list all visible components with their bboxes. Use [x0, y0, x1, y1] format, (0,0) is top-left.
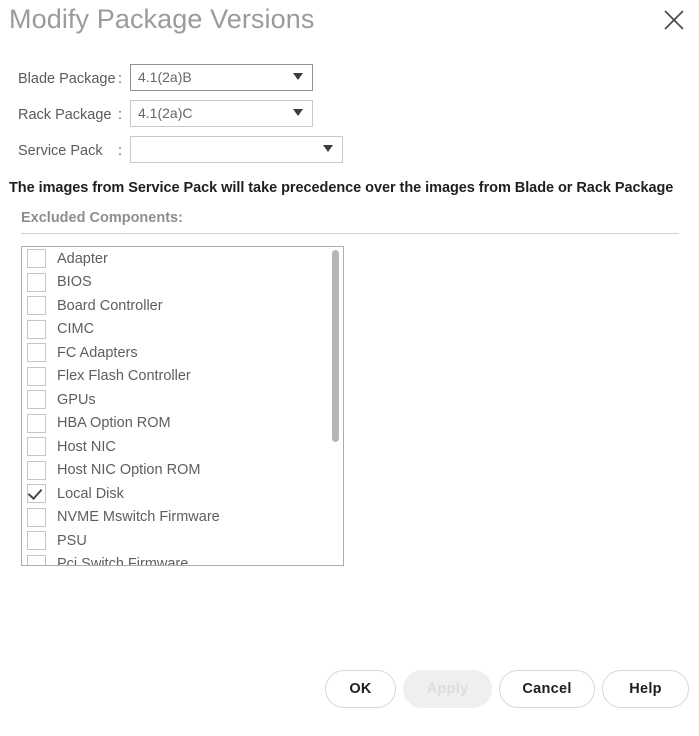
chevron-down-icon — [323, 145, 333, 152]
blade-package-value: 4.1(2a)B — [138, 69, 192, 85]
checkbox-unchecked[interactable] — [27, 343, 46, 363]
list-item-label: HBA Option ROM — [57, 415, 171, 432]
service-pack-label: Service Pack — [18, 143, 103, 159]
precedence-notice: The images from Service Pack will take p… — [9, 180, 674, 196]
service-pack-select[interactable] — [130, 136, 343, 163]
list-scrollbar-track[interactable] — [332, 250, 339, 563]
list-item-label: PSU — [57, 532, 87, 549]
list-item-label: CIMC — [57, 321, 95, 338]
ok-button[interactable]: OK — [325, 670, 396, 708]
list-item[interactable]: HBA Option ROM — [22, 412, 343, 436]
section-divider — [21, 233, 679, 234]
list-item-label: Host NIC Option ROM — [57, 462, 201, 479]
checkbox-unchecked[interactable] — [27, 319, 46, 339]
list-item-label: BIOS — [57, 274, 92, 291]
list-item[interactable]: CIMC — [22, 318, 343, 342]
chevron-down-icon — [293, 109, 303, 116]
rack-package-colon: : — [118, 107, 123, 123]
form-row-rack-package: Rack Package : 4.1(2a)C — [0, 100, 699, 135]
close-button[interactable] — [659, 5, 689, 35]
list-item[interactable]: NVME Mswitch Firmware — [22, 506, 343, 530]
checkbox-unchecked[interactable] — [27, 366, 46, 386]
list-item[interactable]: Adapter — [22, 247, 343, 271]
list-item[interactable]: Pci Switch Firmware — [22, 553, 343, 566]
list-item[interactable]: Board Controller — [22, 294, 343, 318]
checkmark-icon — [27, 485, 43, 501]
list-item[interactable]: FC Adapters — [22, 341, 343, 365]
list-item-label: Pci Switch Firmware — [57, 556, 189, 566]
checkbox-unchecked[interactable] — [27, 531, 46, 551]
list-item[interactable]: BIOS — [22, 271, 343, 295]
list-scrollbar-thumb[interactable] — [332, 250, 339, 442]
list-item-label: Host NIC — [57, 438, 116, 455]
help-button[interactable]: Help — [602, 670, 689, 708]
list-item-label: GPUs — [57, 391, 96, 408]
excluded-components-label: Excluded Components: — [21, 210, 183, 226]
list-item[interactable]: Host NIC — [22, 435, 343, 459]
checkbox-unchecked[interactable] — [27, 413, 46, 433]
form-row-service-pack: Service Pack : — [0, 136, 699, 171]
list-item-label: Local Disk — [57, 485, 124, 502]
rack-package-value: 4.1(2a)C — [138, 105, 193, 121]
list-item[interactable]: Local Disk — [22, 482, 343, 506]
package-form: Blade Package : 4.1(2a)B Rack Package : … — [0, 64, 699, 172]
dialog-footer: OK Apply Cancel Help — [0, 670, 699, 710]
dialog-header: Modify Package Versions — [0, 0, 699, 56]
form-row-blade-package: Blade Package : 4.1(2a)B — [0, 64, 699, 99]
list-item-label: NVME Mswitch Firmware — [57, 509, 220, 526]
apply-button: Apply — [403, 670, 492, 708]
chevron-down-icon — [293, 73, 303, 80]
list-item-label: Flex Flash Controller — [57, 368, 191, 385]
rack-package-select[interactable]: 4.1(2a)C — [130, 100, 313, 127]
service-pack-colon: : — [118, 143, 123, 159]
list-item[interactable]: Host NIC Option ROM — [22, 459, 343, 483]
excluded-components-list[interactable]: Adapter BIOS Board Controller CIMC FC Adapte… — [21, 246, 344, 566]
close-icon — [662, 8, 686, 32]
list-item[interactable]: Flex Flash Controller — [22, 365, 343, 389]
checkbox-checked[interactable] — [27, 484, 46, 504]
checkbox-unchecked[interactable] — [27, 507, 46, 527]
list-item-label: FC Adapters — [57, 344, 138, 361]
excluded-components-list-inner: Adapter BIOS Board Controller CIMC FC Adapte… — [22, 247, 343, 566]
page-title: Modify Package Versions — [9, 4, 315, 34]
checkbox-unchecked[interactable] — [27, 554, 46, 565]
list-item[interactable]: GPUs — [22, 388, 343, 412]
blade-package-label: Blade Package — [18, 71, 116, 87]
list-item-label: Adapter — [57, 250, 108, 267]
list-item[interactable]: PSU — [22, 529, 343, 553]
list-item-label: Board Controller — [57, 297, 163, 314]
blade-package-select[interactable]: 4.1(2a)B — [130, 64, 313, 91]
rack-package-label: Rack Package — [18, 107, 112, 123]
checkbox-unchecked[interactable] — [27, 390, 46, 410]
checkbox-unchecked[interactable] — [27, 460, 46, 480]
blade-package-colon: : — [118, 71, 123, 87]
checkbox-unchecked[interactable] — [27, 249, 46, 269]
checkbox-unchecked[interactable] — [27, 272, 46, 292]
cancel-button[interactable]: Cancel — [499, 670, 595, 708]
checkbox-unchecked[interactable] — [27, 437, 46, 457]
checkbox-unchecked[interactable] — [27, 296, 46, 316]
